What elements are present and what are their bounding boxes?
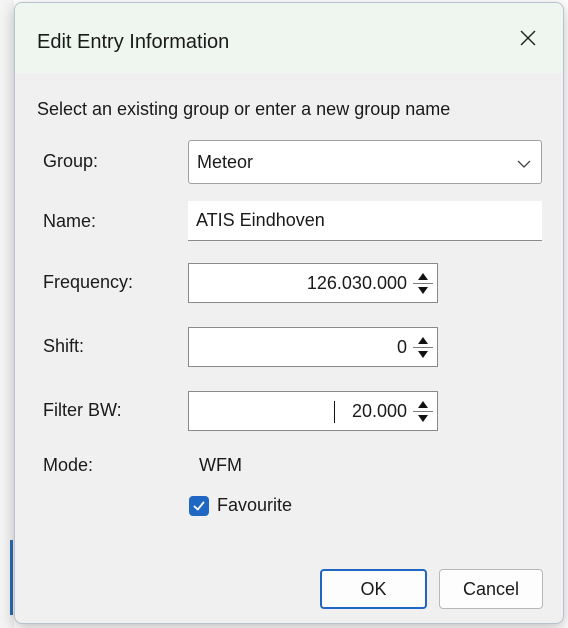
dialog-title: Edit Entry Information [37,31,230,53]
group-label: Group: [43,151,99,171]
close-button[interactable] [493,3,563,73]
spin-down-icon [418,414,428,422]
frequency-increment-button[interactable] [413,270,433,282]
frequency-label: Frequency: [43,272,134,292]
favourite-checkbox-row[interactable]: Favourite [189,495,292,516]
filter-bw-spin-arrows [413,398,433,424]
spin-up-icon [418,272,428,280]
title-bar: Edit Entry Information [15,3,563,73]
shift-label: Shift: [43,336,85,356]
mode-label: Mode: [43,455,94,475]
mode-value: WFM [199,455,242,475]
shift-decrement-button[interactable] [413,348,433,360]
checkmark-icon [193,501,205,510]
shift-spin-arrows [413,334,433,360]
ok-button[interactable]: OK [320,569,427,609]
name-input[interactable] [188,201,542,241]
edit-entry-dialog: Edit Entry Information Select an existin… [14,2,564,624]
spin-up-icon [418,336,428,344]
text-caret [334,401,335,423]
filter-bw-spinbox[interactable]: 20.000 [188,391,438,431]
spin-down-icon [418,350,428,358]
background-window-edge [0,0,14,628]
favourite-label: Favourite [217,495,293,515]
frequency-decrement-button[interactable] [413,284,433,296]
favourite-checkbox[interactable] [189,495,209,516]
name-label: Name: [43,211,97,231]
chevron-down-icon [517,160,531,168]
close-icon [520,30,536,46]
filter-bw-increment-button[interactable] [413,398,433,410]
filter-bw-decrement-button[interactable] [413,412,433,424]
spin-down-icon [418,286,428,294]
group-select[interactable]: Meteor [188,140,542,184]
frequency-spinbox[interactable]: 126.030.000 [188,263,438,303]
shift-spinbox[interactable]: 0 [188,327,438,367]
shift-value: 0 [396,337,407,357]
filter-bw-label: Filter BW: [43,400,122,420]
shift-increment-button[interactable] [413,334,433,346]
frequency-spin-arrows [413,270,433,296]
filter-bw-value: 20.000 [351,401,407,421]
instruction-text: Select an existing group or enter a new … [37,99,451,119]
spin-up-icon [418,400,428,408]
frequency-value: 126.030.000 [306,273,407,293]
group-select-value: Meteor [197,152,254,172]
cancel-button[interactable]: Cancel [439,569,543,609]
background-accent-line [10,540,13,615]
